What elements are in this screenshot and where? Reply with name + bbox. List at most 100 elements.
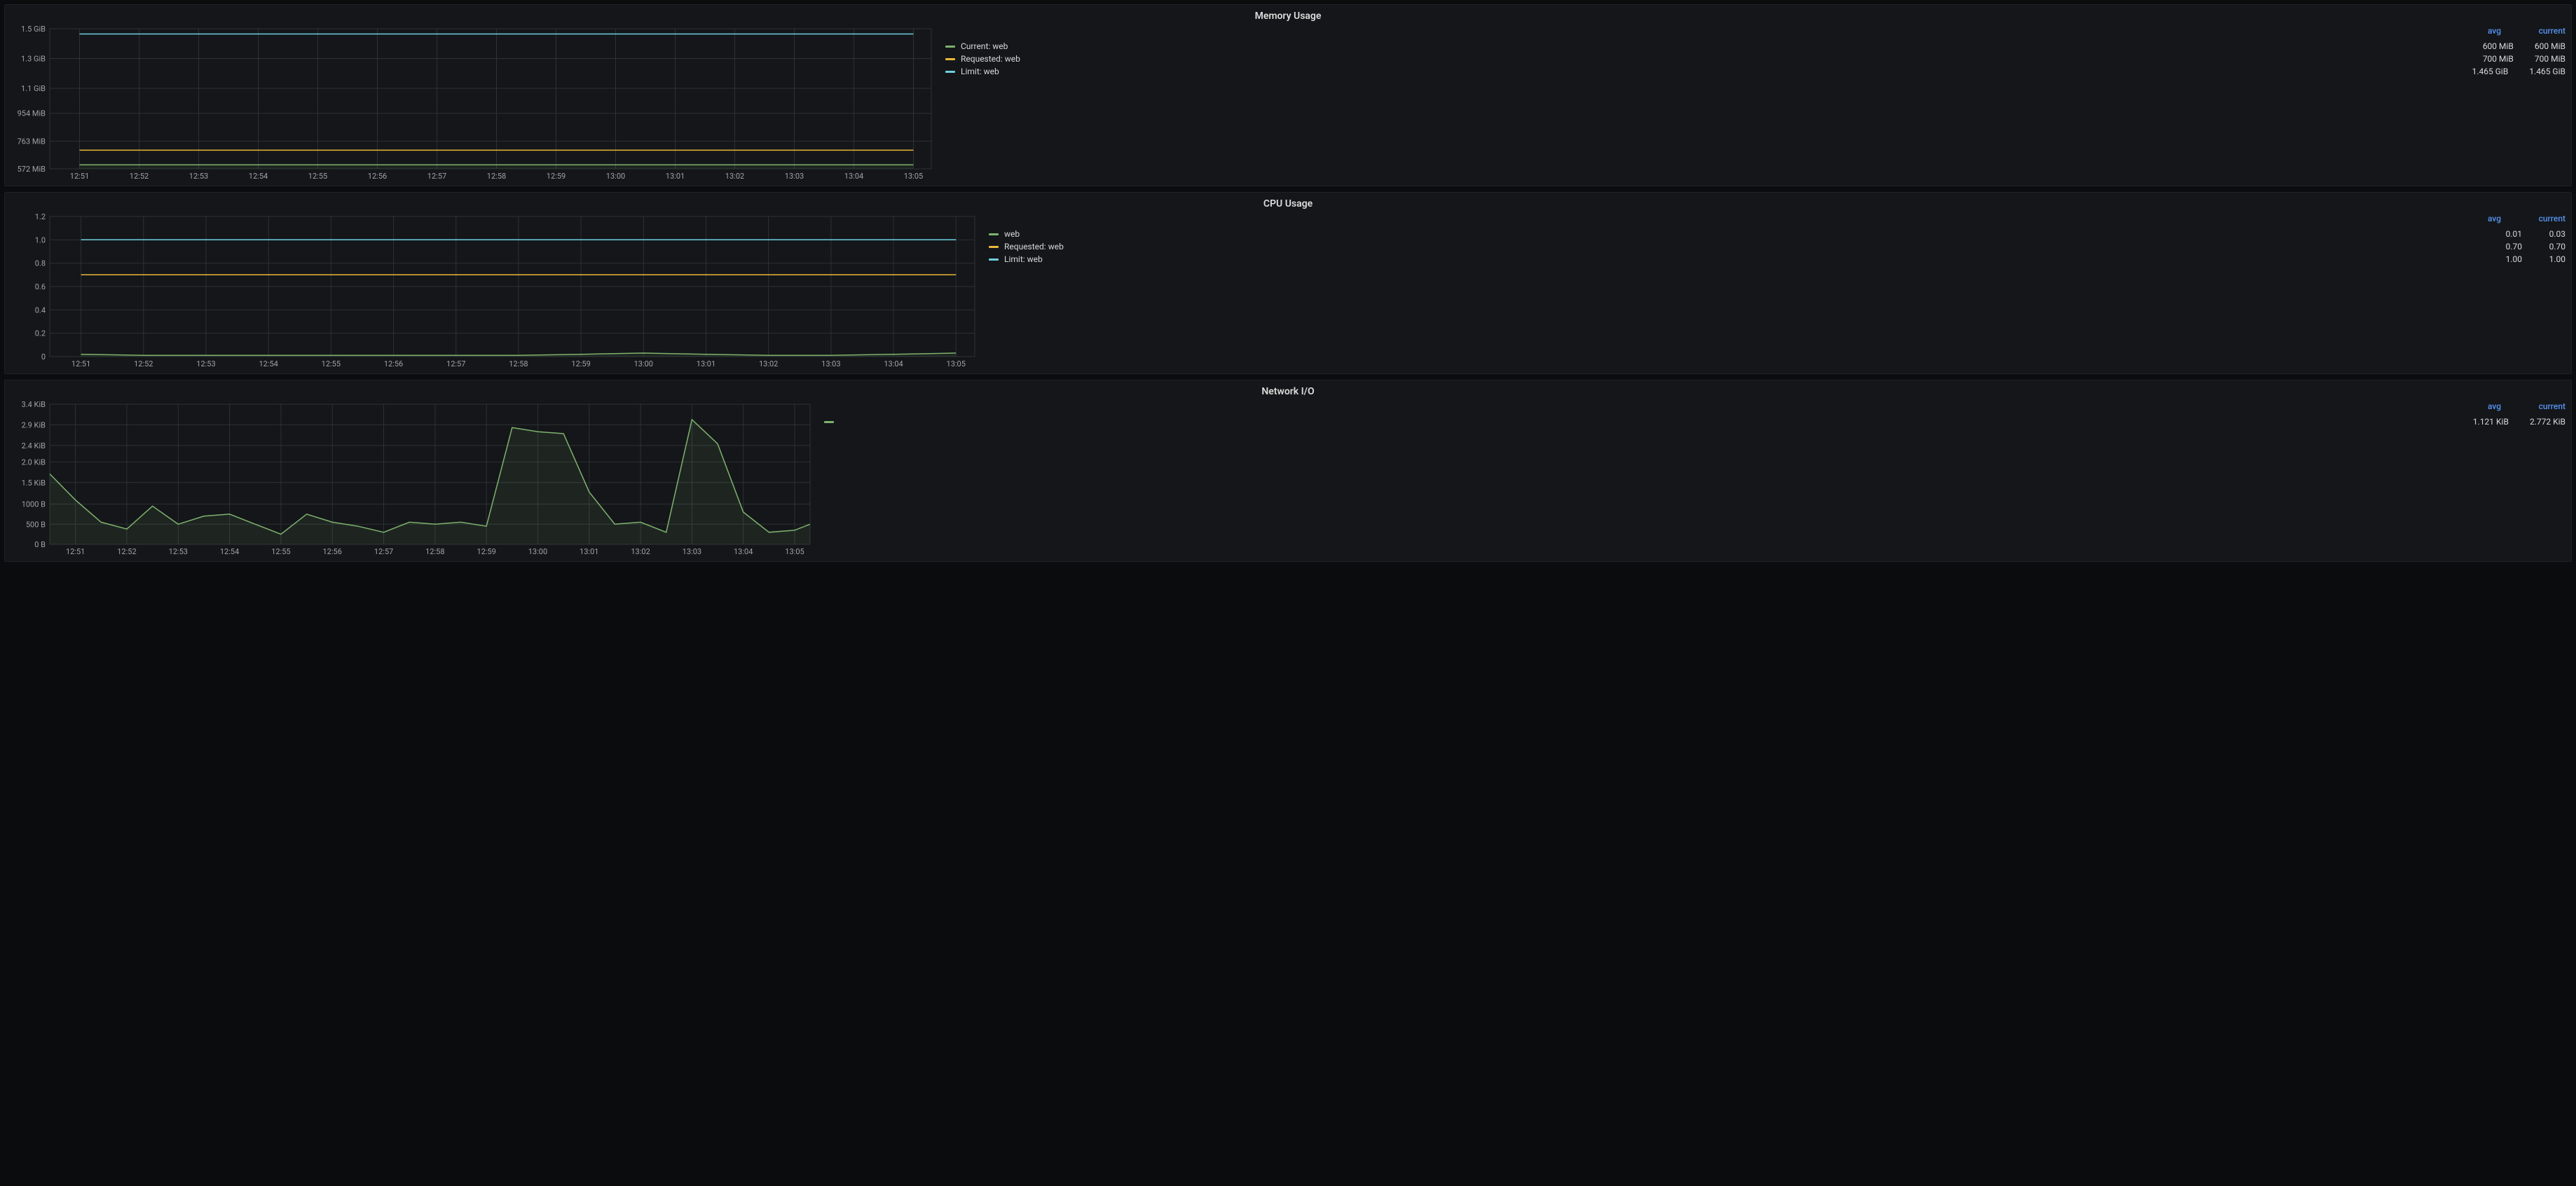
legend-row[interactable]: Current: web600 MiB600 MiB [945, 40, 2565, 53]
legend-row[interactable]: Limit: web1.465 GiB1.465 GiB [945, 65, 2565, 78]
legend-row[interactable]: web0.010.03 [989, 228, 2565, 240]
svg-text:1.5 GiB: 1.5 GiB [21, 25, 46, 34]
legend-row[interactable]: 1.121 KiB2.772 KiB [824, 415, 2565, 428]
panel-network[interactable]: Network I/O0 B500 B1000 B1.5 KiB2.0 KiB2… [4, 380, 2572, 562]
legend-row[interactable]: Requested: web700 MiB700 MiB [945, 53, 2565, 65]
svg-text:12:55: 12:55 [271, 547, 290, 556]
legend-swatch [824, 421, 834, 423]
svg-text:12:57: 12:57 [374, 547, 393, 556]
legend-header-avg[interactable]: avg [2458, 214, 2501, 223]
svg-text:13:02: 13:02 [725, 172, 744, 181]
legend-value-avg: 1.121 KiB [2452, 417, 2509, 427]
svg-text:3.4 KiB: 3.4 KiB [22, 400, 46, 409]
svg-text:763 MiB: 763 MiB [18, 137, 46, 146]
svg-text:12:52: 12:52 [130, 172, 149, 181]
panel-title: Memory Usage [11, 9, 2565, 25]
legend-swatch [989, 246, 999, 248]
legend: avg current Current: web600 MiB600 MiBRequ… [934, 25, 2565, 183]
svg-text:12:51: 12:51 [66, 547, 85, 556]
legend-value-current: 700 MiB [2514, 54, 2565, 64]
svg-text:0.2: 0.2 [35, 329, 46, 338]
legend-series-name: Limit: web [961, 67, 2451, 76]
legend-series-name: Limit: web [1004, 254, 2479, 264]
svg-text:13:04: 13:04 [884, 359, 903, 368]
svg-text:12:56: 12:56 [384, 359, 403, 368]
legend-value-avg: 1.465 GiB [2451, 67, 2509, 76]
legend-header-current[interactable]: current [2522, 26, 2565, 36]
svg-text:12:59: 12:59 [571, 359, 590, 368]
legend-swatch [945, 71, 955, 73]
svg-text:13:00: 13:00 [528, 547, 547, 556]
legend-row[interactable]: Limit: web1.001.00 [989, 253, 2565, 266]
svg-text:12:54: 12:54 [249, 172, 268, 181]
svg-text:13:03: 13:03 [683, 547, 701, 556]
svg-text:13:02: 13:02 [759, 359, 778, 368]
legend-series-name: Requested: web [1004, 242, 2479, 251]
legend-row[interactable]: Requested: web0.700.70 [989, 240, 2565, 253]
legend-value-current: 0.70 [2522, 242, 2565, 251]
svg-text:13:03: 13:03 [821, 359, 840, 368]
svg-text:12:53: 12:53 [169, 547, 188, 556]
svg-text:2.9 KiB: 2.9 KiB [22, 420, 46, 429]
panel-title: Network I/O [11, 385, 2565, 400]
chart-cpu[interactable]: 00.20.40.60.81.01.212:5112:5212:5312:541… [11, 212, 978, 371]
svg-text:12:54: 12:54 [259, 359, 278, 368]
legend-swatch [945, 46, 955, 48]
svg-text:13:05: 13:05 [947, 359, 966, 368]
panel-cpu[interactable]: CPU Usage00.20.40.60.81.01.212:5112:5212… [4, 192, 2572, 374]
svg-text:13:00: 13:00 [606, 172, 625, 181]
legend-header-current[interactable]: current [2522, 214, 2565, 223]
svg-text:13:03: 13:03 [785, 172, 804, 181]
svg-text:2.4 KiB: 2.4 KiB [22, 441, 46, 450]
legend-series-name: Current: web [961, 41, 2462, 51]
legend-series-name: Requested: web [961, 54, 2462, 64]
svg-text:13:01: 13:01 [666, 172, 685, 181]
legend-header-avg[interactable]: avg [2458, 401, 2501, 411]
svg-text:13:02: 13:02 [631, 547, 650, 556]
svg-text:12:52: 12:52 [117, 547, 136, 556]
svg-text:1.0: 1.0 [35, 235, 46, 244]
svg-text:12:59: 12:59 [547, 172, 566, 181]
svg-text:0.8: 0.8 [35, 259, 46, 268]
svg-text:0.6: 0.6 [35, 282, 46, 291]
svg-text:12:51: 12:51 [71, 359, 90, 368]
svg-text:12:55: 12:55 [322, 359, 341, 368]
svg-text:12:52: 12:52 [134, 359, 153, 368]
svg-text:572 MiB: 572 MiB [18, 165, 46, 174]
panel-memory[interactable]: Memory Usage 572 MiB 763 MiB 954 MiB 1.1 GiB… [4, 4, 2572, 186]
chart-memory[interactable]: 572 MiB763 MiB954 MiB1.1 GiB1.3 GiB1.5 G… [11, 25, 934, 183]
svg-text:12:55: 12:55 [308, 172, 327, 181]
svg-text:2.0 KiB: 2.0 KiB [22, 457, 46, 467]
legend-header-avg[interactable]: avg [2458, 26, 2501, 36]
legend-series-name: web [1004, 229, 2479, 239]
svg-text:13:04: 13:04 [844, 172, 863, 181]
svg-text:12:56: 12:56 [368, 172, 387, 181]
svg-text:12:58: 12:58 [487, 172, 506, 181]
svg-text:12:58: 12:58 [425, 547, 444, 556]
legend-value-current: 2.772 KiB [2509, 417, 2565, 427]
svg-text:12:56: 12:56 [323, 547, 342, 556]
legend-value-avg: 1.00 [2479, 254, 2522, 264]
legend-value-avg: 600 MiB [2462, 41, 2514, 51]
legend-value-current: 1.00 [2522, 254, 2565, 264]
svg-text:13:00: 13:00 [634, 359, 653, 368]
svg-text:12:57: 12:57 [446, 359, 465, 368]
svg-text:0.4: 0.4 [35, 305, 46, 315]
svg-text:1.2: 1.2 [35, 212, 46, 221]
legend-value-avg: 0.70 [2479, 242, 2522, 251]
svg-text:12:51: 12:51 [70, 172, 89, 181]
svg-text:1.1 GiB: 1.1 GiB [21, 84, 46, 93]
chart-network[interactable]: 0 B500 B1000 B1.5 KiB2.0 KiB2.4 KiB2.9 K… [11, 400, 813, 558]
legend-header-current[interactable]: current [2522, 401, 2565, 411]
svg-text:13:01: 13:01 [697, 359, 715, 368]
svg-text:954 MiB: 954 MiB [18, 109, 46, 118]
svg-text:12:53: 12:53 [189, 172, 208, 181]
svg-text:13:01: 13:01 [580, 547, 598, 556]
svg-text:12:59: 12:59 [477, 547, 495, 556]
legend-value-current: 0.03 [2522, 229, 2565, 239]
legend-swatch [945, 58, 955, 60]
svg-text:0 B: 0 B [34, 540, 46, 549]
svg-text:13:04: 13:04 [734, 547, 753, 556]
svg-text:0: 0 [41, 352, 46, 361]
svg-text:1000 B: 1000 B [22, 500, 46, 509]
